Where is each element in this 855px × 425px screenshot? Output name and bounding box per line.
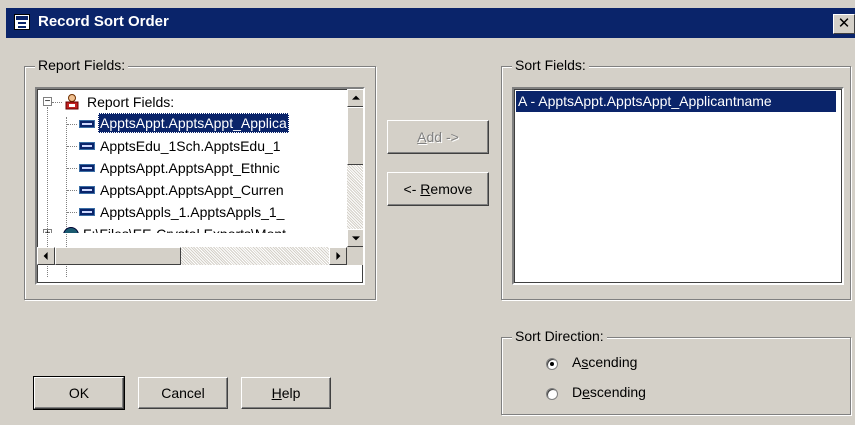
descending-label: Descending (572, 384, 646, 400)
ok-button[interactable]: OK (33, 376, 125, 410)
sort-fields-group-label: Sort Fields: (512, 57, 589, 73)
descending-radio[interactable] (546, 388, 558, 400)
tree-item[interactable]: ApptsAppls_1.ApptsAppls_1_ (41, 201, 361, 223)
field-icon (79, 164, 95, 172)
ascending-label: Ascending (572, 354, 638, 370)
arrow-right-icon (336, 252, 341, 260)
remove-button-prefix: <- (403, 181, 421, 197)
tree-item[interactable]: ApptsAppt.ApptsAppt_Ethnic (41, 157, 361, 179)
help-button-mnemonic: H (271, 385, 282, 401)
arrow-left-icon (43, 252, 48, 260)
remove-button-label: emove (430, 181, 473, 197)
tree-line (52, 102, 62, 103)
tree-partial-row[interactable]: + F:\Files\EE-Crystal Exports\Mont (41, 223, 361, 233)
tree-partial-label: F:\Files\EE-Crystal Exports\Mont (83, 223, 286, 233)
arrow-up-icon (352, 95, 360, 100)
tree-line (67, 190, 77, 191)
report-fields-group-label: Report Fields: (35, 57, 129, 73)
tree-item-label: ApptsAppt.ApptsAppt_Applica (98, 113, 289, 133)
report-icon (65, 94, 79, 110)
record-sort-order-dialog: Record Sort Order ✕ Report Fields: − Rep… (0, 0, 855, 425)
remove-button-mnemonic: R (420, 181, 431, 197)
close-icon: ✕ (837, 15, 851, 32)
report-fields-group: Report Fields: − Report Fields: ApptsApp… (24, 57, 376, 300)
tree-line (67, 212, 77, 213)
field-icon (79, 186, 95, 194)
scrollbar-corner (347, 247, 363, 265)
database-icon (63, 227, 79, 233)
close-button[interactable]: ✕ (833, 14, 855, 34)
tree-item-label: ApptsEdu_1Sch.ApptsEdu_1 (100, 138, 281, 154)
ok-button-label: OK (68, 385, 90, 401)
tree-root-row[interactable]: − Report Fields: (41, 91, 361, 113)
help-button-label: elp (281, 385, 301, 401)
field-icon (79, 208, 95, 216)
expand-icon[interactable]: + (43, 229, 52, 233)
add-button-label: dd -> (426, 129, 459, 145)
collapse-icon[interactable]: − (43, 97, 52, 107)
sort-direction-group: Sort Direction: Ascending Descending (501, 328, 851, 415)
sort-field-label: A - ApptsAppt.ApptsAppt_Applicantname (518, 93, 772, 109)
tree-line (67, 146, 77, 147)
scroll-down-button[interactable] (347, 229, 363, 247)
report-fields-tree[interactable]: − Report Fields: ApptsAppt.ApptsAppt_App… (35, 87, 365, 285)
tree-item-label: ApptsAppt.ApptsAppt_Curren (100, 182, 284, 198)
sort-direction-group-label: Sort Direction: (512, 328, 607, 344)
tree-item[interactable]: ApptsEdu_1Sch.ApptsEdu_1 (41, 135, 361, 157)
tree-item[interactable]: ApptsAppt.ApptsAppt_Applica (41, 113, 361, 135)
sort-fields-list[interactable]: A - ApptsAppt.ApptsAppt_Applicantname (512, 87, 844, 285)
tree-line (67, 124, 77, 125)
horizontal-scroll-thumb[interactable] (55, 247, 181, 265)
vertical-scroll-thumb[interactable] (347, 107, 363, 165)
scroll-right-button[interactable] (329, 247, 347, 265)
field-icon (79, 120, 95, 128)
dialog-title: Record Sort Order (38, 13, 169, 30)
help-button[interactable]: Help (241, 377, 331, 409)
cancel-button[interactable]: Cancel (138, 377, 228, 409)
tree-item-label: ApptsAppls_1.ApptsAppls_1_ (100, 204, 285, 220)
add-button-mnemonic: A (417, 129, 427, 145)
title-bar[interactable]: Record Sort Order ✕ (6, 8, 855, 38)
list-item[interactable]: A - ApptsAppt.ApptsAppt_Applicantname (516, 91, 836, 112)
tree-item-label: ApptsAppt.ApptsAppt_Ethnic (100, 160, 280, 176)
tree-root-label: Report Fields: (87, 94, 175, 110)
dialog-icon (14, 14, 30, 30)
arrow-down-icon (352, 236, 360, 241)
tree-item[interactable]: ApptsAppt.ApptsAppt_Curren (41, 179, 361, 201)
scroll-up-button[interactable] (347, 89, 363, 107)
add-button[interactable]: Add -> (387, 120, 489, 154)
tree-line (67, 168, 77, 169)
ascending-radio-option[interactable]: Ascending (546, 354, 746, 374)
ascending-radio[interactable] (546, 358, 558, 370)
sort-fields-group: Sort Fields: A - ApptsAppt.ApptsAppt_App… (501, 57, 851, 300)
remove-button[interactable]: <- Remove (387, 172, 489, 206)
cancel-button-label: Cancel (161, 385, 205, 401)
scroll-left-button[interactable] (37, 247, 55, 265)
field-icon (79, 142, 95, 150)
descending-radio-option[interactable]: Descending (546, 384, 746, 404)
